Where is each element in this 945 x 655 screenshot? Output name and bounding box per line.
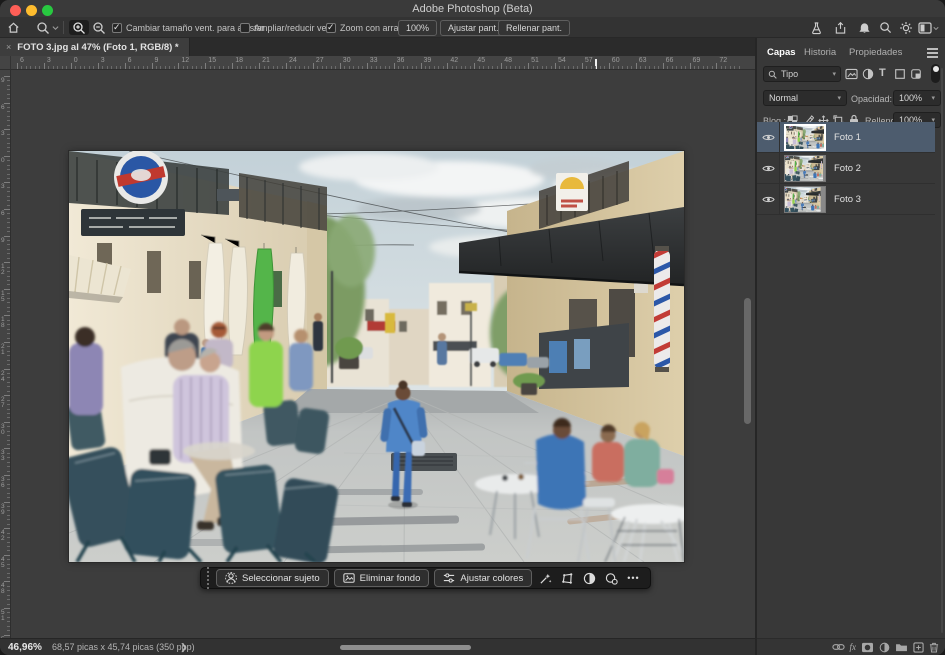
home-icon[interactable] xyxy=(7,20,20,35)
chevron-right-icon[interactable]: ❯ xyxy=(180,642,188,653)
vertical-scrollbar[interactable] xyxy=(744,298,751,424)
layer-name[interactable]: Foto 3 xyxy=(834,194,861,205)
contextual-taskbar: Seleccionar sujeto Eliminar fondo Ajusta… xyxy=(200,567,651,589)
zoom-in-tool-icon[interactable] xyxy=(69,20,89,35)
canvas-pasteboard: Seleccionar sujeto Eliminar fondo Ajusta… xyxy=(11,70,755,638)
link-layers-icon[interactable] xyxy=(832,643,845,651)
zoom-all-windows-checkbox[interactable]: ✓ Ampliar/reducir vent. xyxy=(240,20,337,35)
status-bar: 46,96% 68,57 picas x 45,74 picas (350 pp… xyxy=(0,638,755,655)
layers-panel: Capas Historia Propiedades Tipo ▾ T xyxy=(755,38,945,655)
filter-adjustment-layers-icon[interactable] xyxy=(862,68,874,80)
panel-menu-icon[interactable] xyxy=(927,48,938,58)
beaker-icon[interactable] xyxy=(810,20,823,35)
close-tab-icon[interactable]: × xyxy=(6,42,11,52)
transform-icon[interactable] xyxy=(559,572,576,585)
document-info: 68,57 picas x 45,74 picas (350 ppp) xyxy=(52,642,195,652)
layer-name[interactable]: Foto 1 xyxy=(834,132,861,143)
layer-filter-select[interactable]: Tipo ▾ xyxy=(763,66,841,82)
zoom-100-button[interactable]: 100% xyxy=(398,20,437,36)
divider xyxy=(63,21,64,34)
vertical-ruler: 96303691 21 51 82 12 42 73 03 33 63 94 2… xyxy=(0,70,11,638)
visibility-eye-icon[interactable] xyxy=(757,122,780,152)
new-layer-icon[interactable] xyxy=(913,642,924,653)
filter-smart-objects-icon[interactable] xyxy=(910,68,922,80)
checkbox-icon: ✓ xyxy=(240,23,250,33)
zoom-tool-icon[interactable] xyxy=(36,20,59,35)
color-settings-icon[interactable] xyxy=(603,572,620,585)
delete-layer-icon[interactable] xyxy=(929,642,939,653)
filter-type-layers-icon[interactable]: T xyxy=(879,67,886,79)
adjustment-icon[interactable] xyxy=(581,572,598,585)
fit-screen-button[interactable]: Ajustar pant. xyxy=(440,20,507,36)
layer-row-foto-1[interactable]: Foto 1 xyxy=(757,122,935,153)
chevron-down-icon: ▾ xyxy=(832,70,836,78)
layer-row-foto-3[interactable]: Foto 3 xyxy=(757,184,935,215)
checkbox-label: Ampliar/reducir vent. xyxy=(254,23,337,33)
ruler-corner xyxy=(0,56,11,70)
filter-type-label: Tipo xyxy=(781,69,798,79)
options-bar: ✓ Cambiar tamaño vent. para ajustar ✓ Am… xyxy=(0,17,945,38)
bell-icon[interactable] xyxy=(858,20,871,35)
layers-list: Foto 1 Foto 2 Foto 3 xyxy=(757,122,945,215)
person-icon xyxy=(225,572,237,584)
blend-mode-select[interactable]: Normal▾ xyxy=(763,90,847,106)
adjust-colors-button[interactable]: Ajustar colores xyxy=(434,569,532,587)
filter-pixel-layers-icon[interactable] xyxy=(845,68,858,80)
layer-thumbnail[interactable] xyxy=(784,124,826,151)
layer-row-foto-2[interactable]: Foto 2 xyxy=(757,153,935,184)
opacity-label: Opacidad: xyxy=(851,94,892,104)
panel-scrollbar[interactable] xyxy=(941,68,943,633)
search-icon xyxy=(768,70,777,79)
sliders-icon xyxy=(443,572,455,584)
adjustment-layer-icon[interactable] xyxy=(879,642,890,653)
taskbar-drag-handle[interactable] xyxy=(205,567,211,589)
canvas-image[interactable] xyxy=(69,151,684,562)
share-icon[interactable] xyxy=(834,20,847,35)
document-tab-title: FOTO 3.jpg al 47% (Foto 1, RGB/8) * xyxy=(17,42,178,53)
layer-effects-icon[interactable]: fx xyxy=(850,642,857,652)
tab-capas[interactable]: Capas xyxy=(767,47,796,58)
horizontal-ruler: 6303691215182124273033363942454851545760… xyxy=(11,56,755,70)
chevron-down-icon xyxy=(52,24,59,31)
visibility-eye-icon[interactable] xyxy=(757,184,780,214)
chevron-down-icon xyxy=(933,25,939,31)
checkbox-icon: ✓ xyxy=(112,23,122,33)
select-subject-button[interactable]: Seleccionar sujeto xyxy=(216,569,329,587)
window-title: Adobe Photoshop (Beta) xyxy=(0,3,945,15)
layer-name[interactable]: Foto 2 xyxy=(834,163,861,174)
more-options-icon[interactable]: ••• xyxy=(625,573,641,583)
image-icon xyxy=(343,572,355,584)
checkbox-icon: ✓ xyxy=(326,23,336,33)
blend-mode-row: Normal▾ Opacidad: 100%▾ xyxy=(757,90,945,110)
title-bar: Adobe Photoshop (Beta) xyxy=(0,0,945,17)
zoom-percentage[interactable]: 46,96% xyxy=(8,642,42,653)
layer-thumbnail[interactable] xyxy=(784,186,826,213)
fill-screen-button[interactable]: Rellenar pant. xyxy=(498,20,570,36)
workspace-icon[interactable] xyxy=(918,20,939,35)
remove-background-button[interactable]: Eliminar fondo xyxy=(334,569,430,587)
document-tab-bar: × FOTO 3.jpg al 47% (Foto 1, RGB/8) * xyxy=(0,38,755,56)
search-icon[interactable] xyxy=(879,20,892,35)
tab-propiedades[interactable]: Propiedades xyxy=(849,47,902,58)
document-tab[interactable]: × FOTO 3.jpg al 47% (Foto 1, RGB/8) * xyxy=(0,38,190,56)
layer-mask-icon[interactable] xyxy=(861,642,874,653)
photoshop-window: Adobe Photoshop (Beta) ✓ Cambiar tamaño … xyxy=(0,0,945,655)
filter-toggle-switch[interactable] xyxy=(931,64,940,83)
generative-wand-icon[interactable] xyxy=(537,572,554,585)
new-group-icon[interactable] xyxy=(895,642,908,652)
panel-tab-bar: Capas Historia Propiedades xyxy=(757,45,945,63)
lightbulb-icon[interactable] xyxy=(899,20,913,35)
layer-filter-row: Tipo ▾ T xyxy=(757,66,945,86)
filter-shape-layers-icon[interactable] xyxy=(894,68,906,80)
zoom-out-tool-icon[interactable] xyxy=(92,20,106,35)
horizontal-scrollbar[interactable] xyxy=(340,645,471,650)
visibility-eye-icon[interactable] xyxy=(757,153,780,183)
tab-historia[interactable]: Historia xyxy=(804,47,836,58)
layer-actions-bar: fx xyxy=(757,638,945,655)
layer-thumbnail[interactable] xyxy=(784,155,826,182)
opacity-field[interactable]: 100%▾ xyxy=(893,90,941,106)
